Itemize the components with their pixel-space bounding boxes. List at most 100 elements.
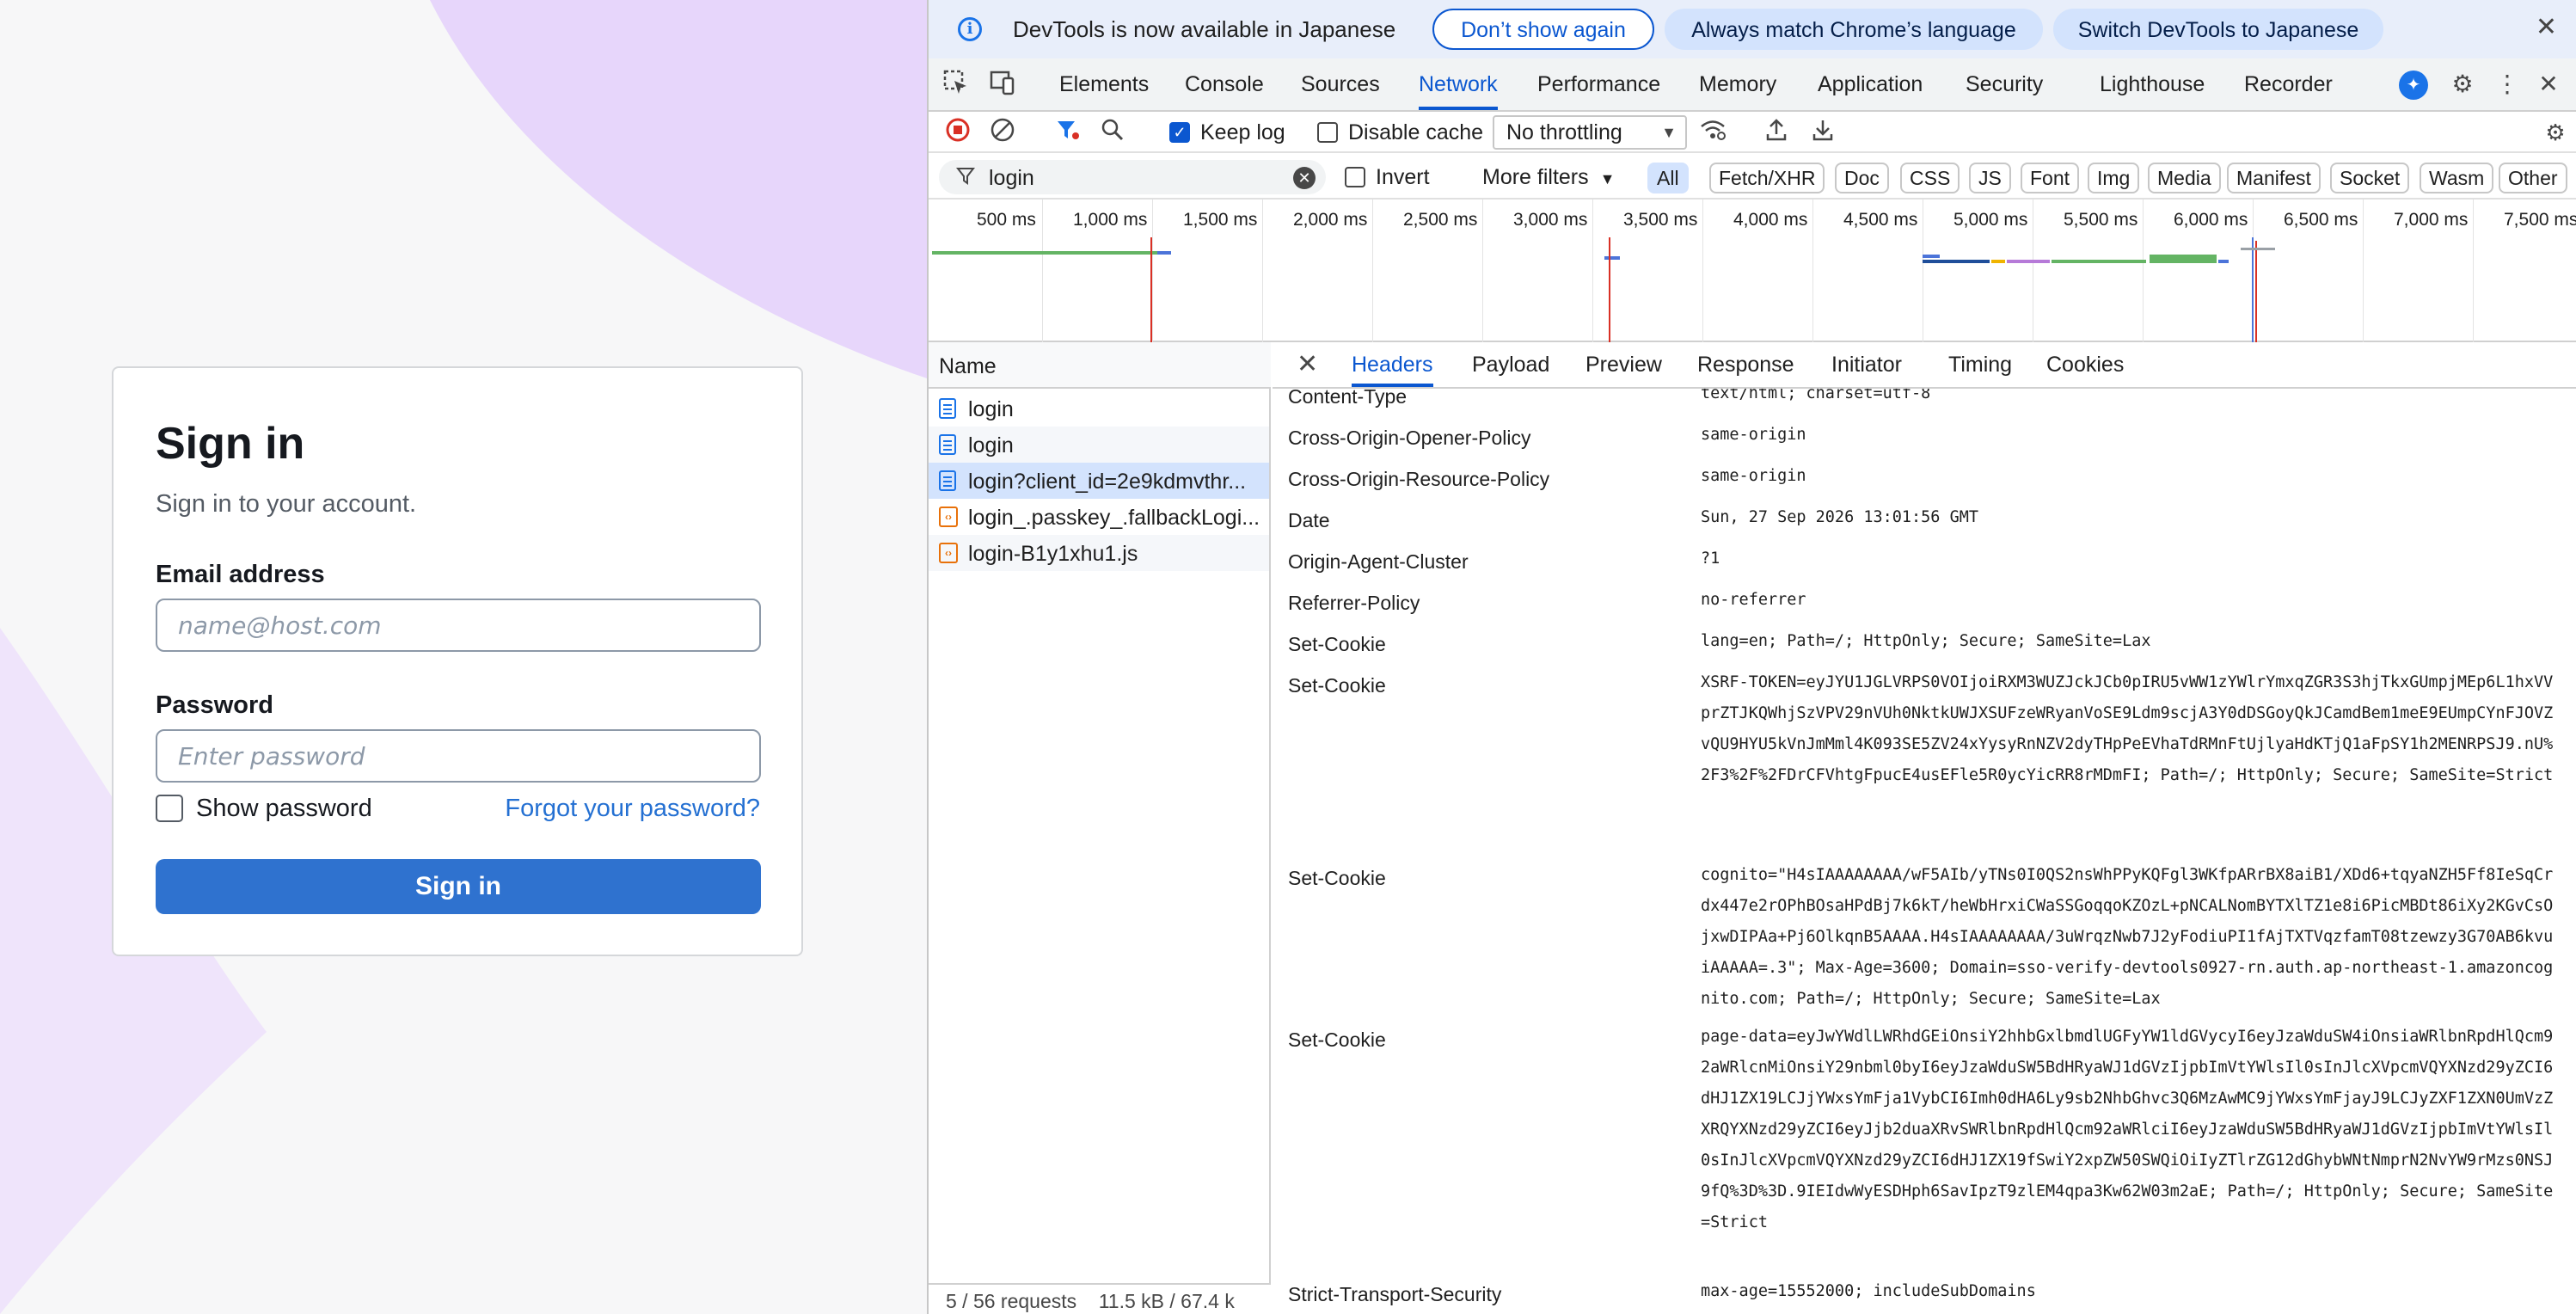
document-icon <box>939 398 956 419</box>
signin-title: Sign in <box>156 419 305 469</box>
password-label: Password <box>156 691 273 719</box>
export-har-icon[interactable] <box>1807 117 1838 148</box>
network-status-bar: 5 / 56 requests 11.5 kB / 67.4 k <box>929 1283 1271 1314</box>
request-name: login_.passkey_.fallbackLogi... <box>968 506 1260 530</box>
keep-log-label: Keep log <box>1200 120 1285 144</box>
forgot-password-link[interactable]: Forgot your password? <box>505 795 760 823</box>
network-overview-timeline[interactable]: 500 ms 1,000 ms 1,500 ms 2,000 ms 2,500 … <box>929 200 2576 342</box>
close-details-icon[interactable]: ✕ <box>1297 349 1318 379</box>
tab-memory[interactable]: Memory <box>1699 58 1776 110</box>
tab-application[interactable]: Application <box>1818 58 1923 110</box>
tab-console[interactable]: Console <box>1185 58 1264 110</box>
tab-cookies[interactable]: Cookies <box>2046 342 2124 387</box>
document-icon <box>939 434 956 455</box>
header-value: page-data=eyJwYWdlLWRhdGEiOnsiY2hhbGxlbm… <box>1701 1028 2554 1231</box>
header-name: Origin-Agent-Cluster <box>1288 550 1469 573</box>
type-filter-js[interactable]: JS <box>1969 163 2011 193</box>
type-filter-all[interactable]: All <box>1647 163 1689 193</box>
request-row[interactable]: ‹› login_.passkey_.fallbackLogi... <box>929 499 1269 535</box>
invert-checkbox[interactable] <box>1345 167 1365 187</box>
type-filter-fetch-xhr[interactable]: Fetch/XHR <box>1709 163 1825 193</box>
switch-to-japanese-button[interactable]: Switch DevTools to Japanese <box>2053 9 2383 50</box>
device-toolbar-icon[interactable] <box>987 69 1018 100</box>
signin-button[interactable]: Sign in <box>156 859 761 914</box>
clear-filter-icon[interactable]: ✕ <box>1293 167 1316 189</box>
network-settings-icon[interactable]: ⚙ <box>2540 117 2571 148</box>
tab-recorder[interactable]: Recorder <box>2244 58 2333 110</box>
show-password-label: Show password <box>196 795 372 822</box>
more-filters-label: More filters <box>1482 165 1589 189</box>
disable-cache-label: Disable cache <box>1348 120 1484 144</box>
request-list: Name login login login?client_id=2e9kdmv… <box>929 342 1271 1314</box>
ai-assistance-icon[interactable]: ✦ <box>2399 71 2428 100</box>
header-value: Sun, 27 Sep 2026 13:01:56 GMT <box>1701 508 1979 526</box>
tab-payload[interactable]: Payload <box>1472 342 1549 387</box>
header-name: Strict-Transport-Security <box>1288 1283 1502 1305</box>
search-icon[interactable] <box>1097 117 1128 148</box>
type-filter-media[interactable]: Media <box>2148 163 2221 193</box>
header-value: no-referrer <box>1701 591 1806 609</box>
match-chrome-language-button[interactable]: Always match Chrome’s language <box>1665 9 2043 50</box>
tab-lighthouse[interactable]: Lighthouse <box>2100 58 2205 110</box>
stop-recording-icon[interactable] <box>942 117 973 148</box>
close-icon[interactable]: ✕ <box>2536 12 2557 42</box>
email-field[interactable] <box>156 599 761 652</box>
header-value: cognito="H4sIAAAAAAAA/wF5AIb/yTNs0I0QS2n… <box>1701 866 2554 1008</box>
request-name: login-B1y1xhu1.js <box>968 542 1138 566</box>
type-filter-font[interactable]: Font <box>2021 163 2080 193</box>
filter-funnel-icon <box>955 165 976 191</box>
disable-cache-checkbox[interactable] <box>1317 122 1338 143</box>
tab-security[interactable]: Security <box>1966 58 2043 110</box>
gear-icon[interactable]: ⚙ <box>2447 69 2478 100</box>
tab-performance[interactable]: Performance <box>1537 58 1660 110</box>
tab-response[interactable]: Response <box>1697 342 1794 387</box>
request-row-selected[interactable]: login?client_id=2e9kdmvthr... <box>929 463 1269 499</box>
request-list-header[interactable]: Name <box>929 342 1271 389</box>
filter-input[interactable]: login ✕ <box>939 160 1326 194</box>
signin-page: Sign in Sign in to your account. Email a… <box>0 0 927 1314</box>
request-name: login?client_id=2e9kdmvthr... <box>968 470 1247 494</box>
import-har-icon[interactable] <box>1761 117 1792 148</box>
devtools-panel: i DevTools is now available in Japanese … <box>927 0 2576 1314</box>
clear-icon[interactable] <box>987 117 1018 148</box>
tab-sources[interactable]: Sources <box>1301 58 1380 110</box>
timeline-waterfall <box>932 237 2275 342</box>
inspect-element-icon[interactable] <box>941 69 972 100</box>
request-name: login <box>968 433 1014 457</box>
close-devtools-icon[interactable]: ✕ <box>2533 69 2564 100</box>
password-field[interactable] <box>156 729 761 783</box>
request-row[interactable]: login <box>929 427 1269 463</box>
tab-timing[interactable]: Timing <box>1948 342 2012 387</box>
type-filter-other[interactable]: Other <box>2499 163 2567 193</box>
email-label: Email address <box>156 561 325 588</box>
type-filter-css[interactable]: CSS <box>1900 163 1960 193</box>
show-password-checkbox[interactable] <box>156 795 183 822</box>
more-options-icon[interactable]: ⋮ <box>2492 69 2523 100</box>
network-conditions-icon[interactable] <box>1697 117 1728 148</box>
type-filter-img[interactable]: Img <box>2088 163 2140 193</box>
tab-network[interactable]: Network <box>1419 58 1498 110</box>
script-icon: ‹› <box>939 543 958 563</box>
request-row[interactable]: login <box>929 390 1269 427</box>
header-name: Cross-Origin-Resource-Policy <box>1288 468 1550 490</box>
signin-subtitle: Sign in to your account. <box>156 490 417 518</box>
header-value: lang=en; Path=/; HttpOnly; Secure; SameS… <box>1701 632 2151 650</box>
tab-preview[interactable]: Preview <box>1585 342 1662 387</box>
type-filter-manifest[interactable]: Manifest <box>2227 163 2321 193</box>
type-filter-doc[interactable]: Doc <box>1835 163 1889 193</box>
header-value: same-origin <box>1701 467 1806 485</box>
header-name: Cross-Origin-Opener-Policy <box>1288 427 1531 449</box>
dont-show-again-button[interactable]: Don’t show again <box>1432 9 1654 50</box>
tab-initiator[interactable]: Initiator <box>1831 342 1902 387</box>
keep-log-checkbox[interactable]: ✓ <box>1169 122 1190 143</box>
type-filter-socket[interactable]: Socket <box>2330 163 2410 193</box>
filter-icon[interactable] <box>1052 117 1083 148</box>
request-row[interactable]: ‹› login-B1y1xhu1.js <box>929 535 1269 571</box>
request-name: login <box>968 397 1014 421</box>
filter-value: login <box>989 166 1034 190</box>
throttling-select[interactable]: No throttling ▼ <box>1493 115 1687 150</box>
type-filter-wasm[interactable]: Wasm <box>2420 163 2494 193</box>
tab-headers[interactable]: Headers <box>1352 342 1433 387</box>
tab-elements[interactable]: Elements <box>1059 58 1149 110</box>
more-filters-dropdown[interactable]: More filters ▼ <box>1482 165 1615 190</box>
